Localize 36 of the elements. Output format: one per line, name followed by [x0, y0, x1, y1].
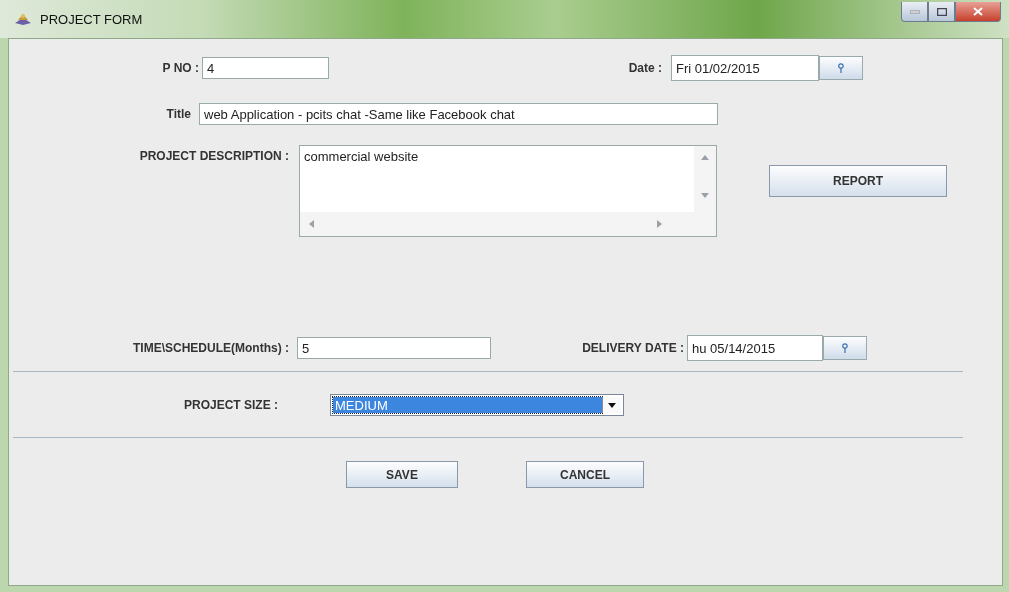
- scroll-left-icon: [308, 220, 316, 228]
- report-button[interactable]: REPORT: [769, 165, 947, 197]
- scroll-up-icon: [701, 154, 709, 162]
- field-label: PROJECT SIZE :: [183, 398, 278, 412]
- field-label: DELIVERY DATE :: [581, 341, 684, 355]
- date-picker-button[interactable]: [823, 336, 867, 360]
- save-button[interactable]: SAVE: [346, 461, 458, 488]
- schedule-field[interactable]: 5: [297, 337, 491, 359]
- number-field[interactable]: 4: [202, 57, 329, 79]
- minimize-icon: [909, 9, 920, 14]
- date-field[interactable]: Fri 01/02/2015: [671, 55, 819, 81]
- maximize-icon: [936, 7, 947, 16]
- size-dropdown[interactable]: MEDIUM: [330, 394, 624, 416]
- scroll-down-icon: [701, 192, 709, 200]
- cancel-button[interactable]: CANCEL: [526, 461, 644, 488]
- description-text: commercial website: [300, 146, 694, 212]
- field-label: PROJECT DESCRIPTION :: [138, 149, 289, 163]
- field-label: TIME\SCHEDULE(Months) :: [132, 341, 289, 355]
- date-picker-button[interactable]: [819, 56, 863, 80]
- scroll-right-icon: [656, 220, 664, 228]
- close-icon: [973, 7, 983, 16]
- app-icon: [14, 12, 32, 26]
- maximize-button[interactable]: [928, 2, 955, 22]
- delivery-date-field[interactable]: hu 05/14/2015: [687, 335, 823, 361]
- field-label: Title: [165, 107, 191, 121]
- field-label: P NO :: [161, 61, 199, 75]
- title-field[interactable]: web Application - pcits chat -Same like Facebook chat: [199, 103, 718, 125]
- minimize-button[interactable]: [901, 2, 928, 22]
- pin-icon: [842, 343, 848, 353]
- pin-icon: [838, 63, 844, 73]
- field-label: Date :: [627, 61, 662, 75]
- close-button[interactable]: [955, 2, 1001, 22]
- description-area[interactable]: commercial website: [299, 145, 717, 237]
- window-title: PROJECT FORM: [40, 11, 144, 27]
- dropdown-arrow-icon: [608, 402, 616, 408]
- size-value: MEDIUM: [333, 397, 602, 413]
